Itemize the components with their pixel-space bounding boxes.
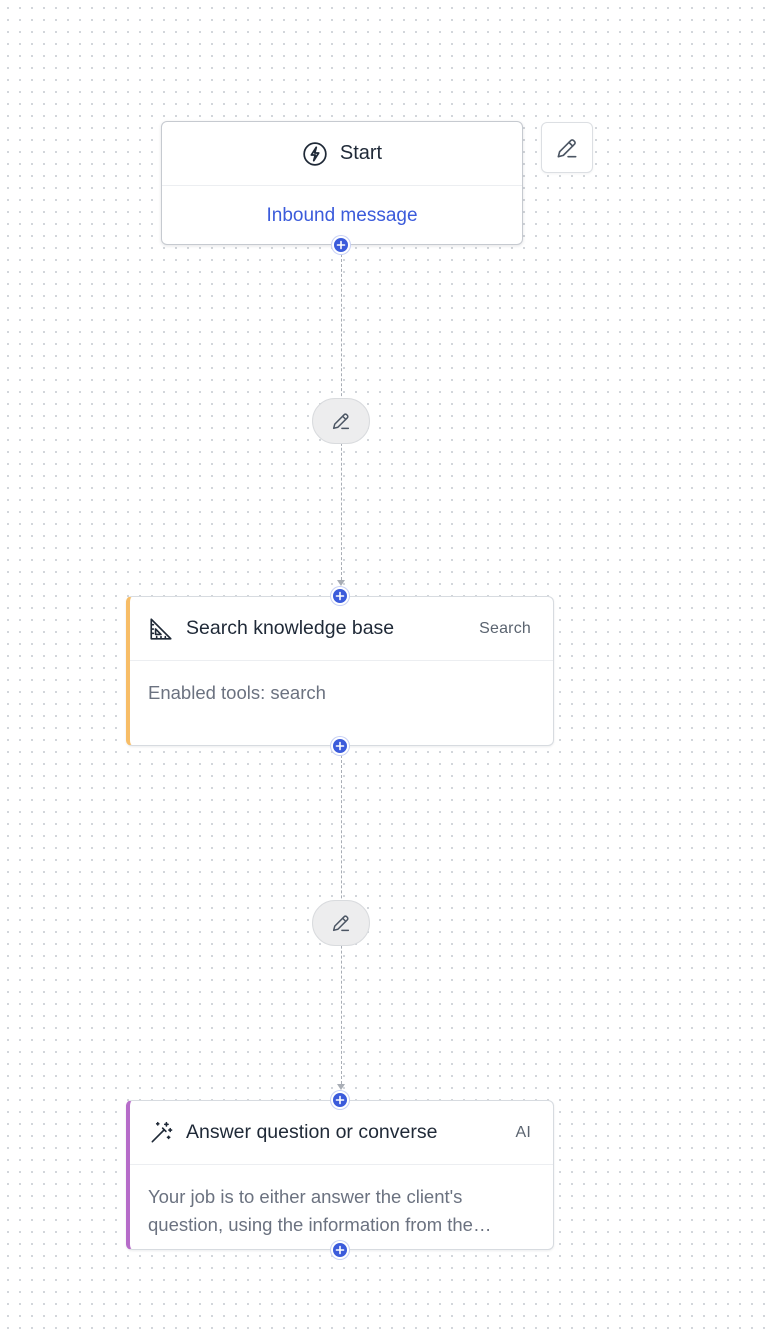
search-input-handle[interactable] bbox=[331, 587, 349, 605]
triangle-ruler-icon bbox=[148, 616, 174, 642]
start-output-handle[interactable] bbox=[332, 236, 350, 254]
plus-icon bbox=[335, 741, 345, 751]
flow-canvas[interactable]: Start Inbound message Search knowledge b… bbox=[0, 0, 768, 1336]
answer-input-handle[interactable] bbox=[331, 1091, 349, 1109]
step-description-text: Enabled tools: search bbox=[148, 682, 326, 703]
magic-wand-icon bbox=[148, 1120, 174, 1146]
edge-edit-button[interactable] bbox=[312, 398, 370, 444]
search-output-handle[interactable] bbox=[331, 737, 349, 755]
start-node-header: Start bbox=[162, 122, 522, 186]
step-title: Answer question or converse bbox=[186, 1121, 438, 1143]
start-node-title: Start bbox=[339, 142, 383, 164]
plus-icon bbox=[335, 1245, 345, 1255]
search-knowledge-base-node[interactable]: Search knowledge base Search Enabled too… bbox=[126, 596, 554, 746]
step-header: Answer question or converse AI bbox=[130, 1101, 553, 1165]
step-type-tag: AI bbox=[515, 1123, 531, 1141]
start-node[interactable]: Start Inbound message bbox=[161, 121, 523, 245]
edge-arrowhead bbox=[337, 580, 345, 586]
lightning-bolt-icon bbox=[302, 141, 328, 167]
pencil-icon bbox=[554, 135, 580, 161]
pencil-icon bbox=[328, 408, 354, 434]
answer-question-node[interactable]: Answer question or converse AI Your job … bbox=[126, 1100, 554, 1250]
plus-icon bbox=[335, 1095, 345, 1105]
answer-output-handle[interactable] bbox=[331, 1241, 349, 1259]
step-header: Search knowledge base Search bbox=[130, 597, 553, 661]
plus-icon bbox=[336, 240, 346, 250]
step-title: Search knowledge base bbox=[186, 617, 395, 639]
step-description: Your job is to either answer the client'… bbox=[130, 1165, 553, 1239]
plus-icon bbox=[335, 591, 345, 601]
edge-arrowhead bbox=[337, 1084, 345, 1090]
pencil-icon bbox=[328, 910, 354, 936]
edge-edit-button[interactable] bbox=[312, 900, 370, 946]
edit-start-button[interactable] bbox=[541, 122, 593, 173]
step-description-text: Your job is to either answer the client'… bbox=[148, 1186, 473, 1235]
step-type-tag: Search bbox=[479, 619, 531, 637]
step-description: Enabled tools: search bbox=[130, 661, 553, 707]
